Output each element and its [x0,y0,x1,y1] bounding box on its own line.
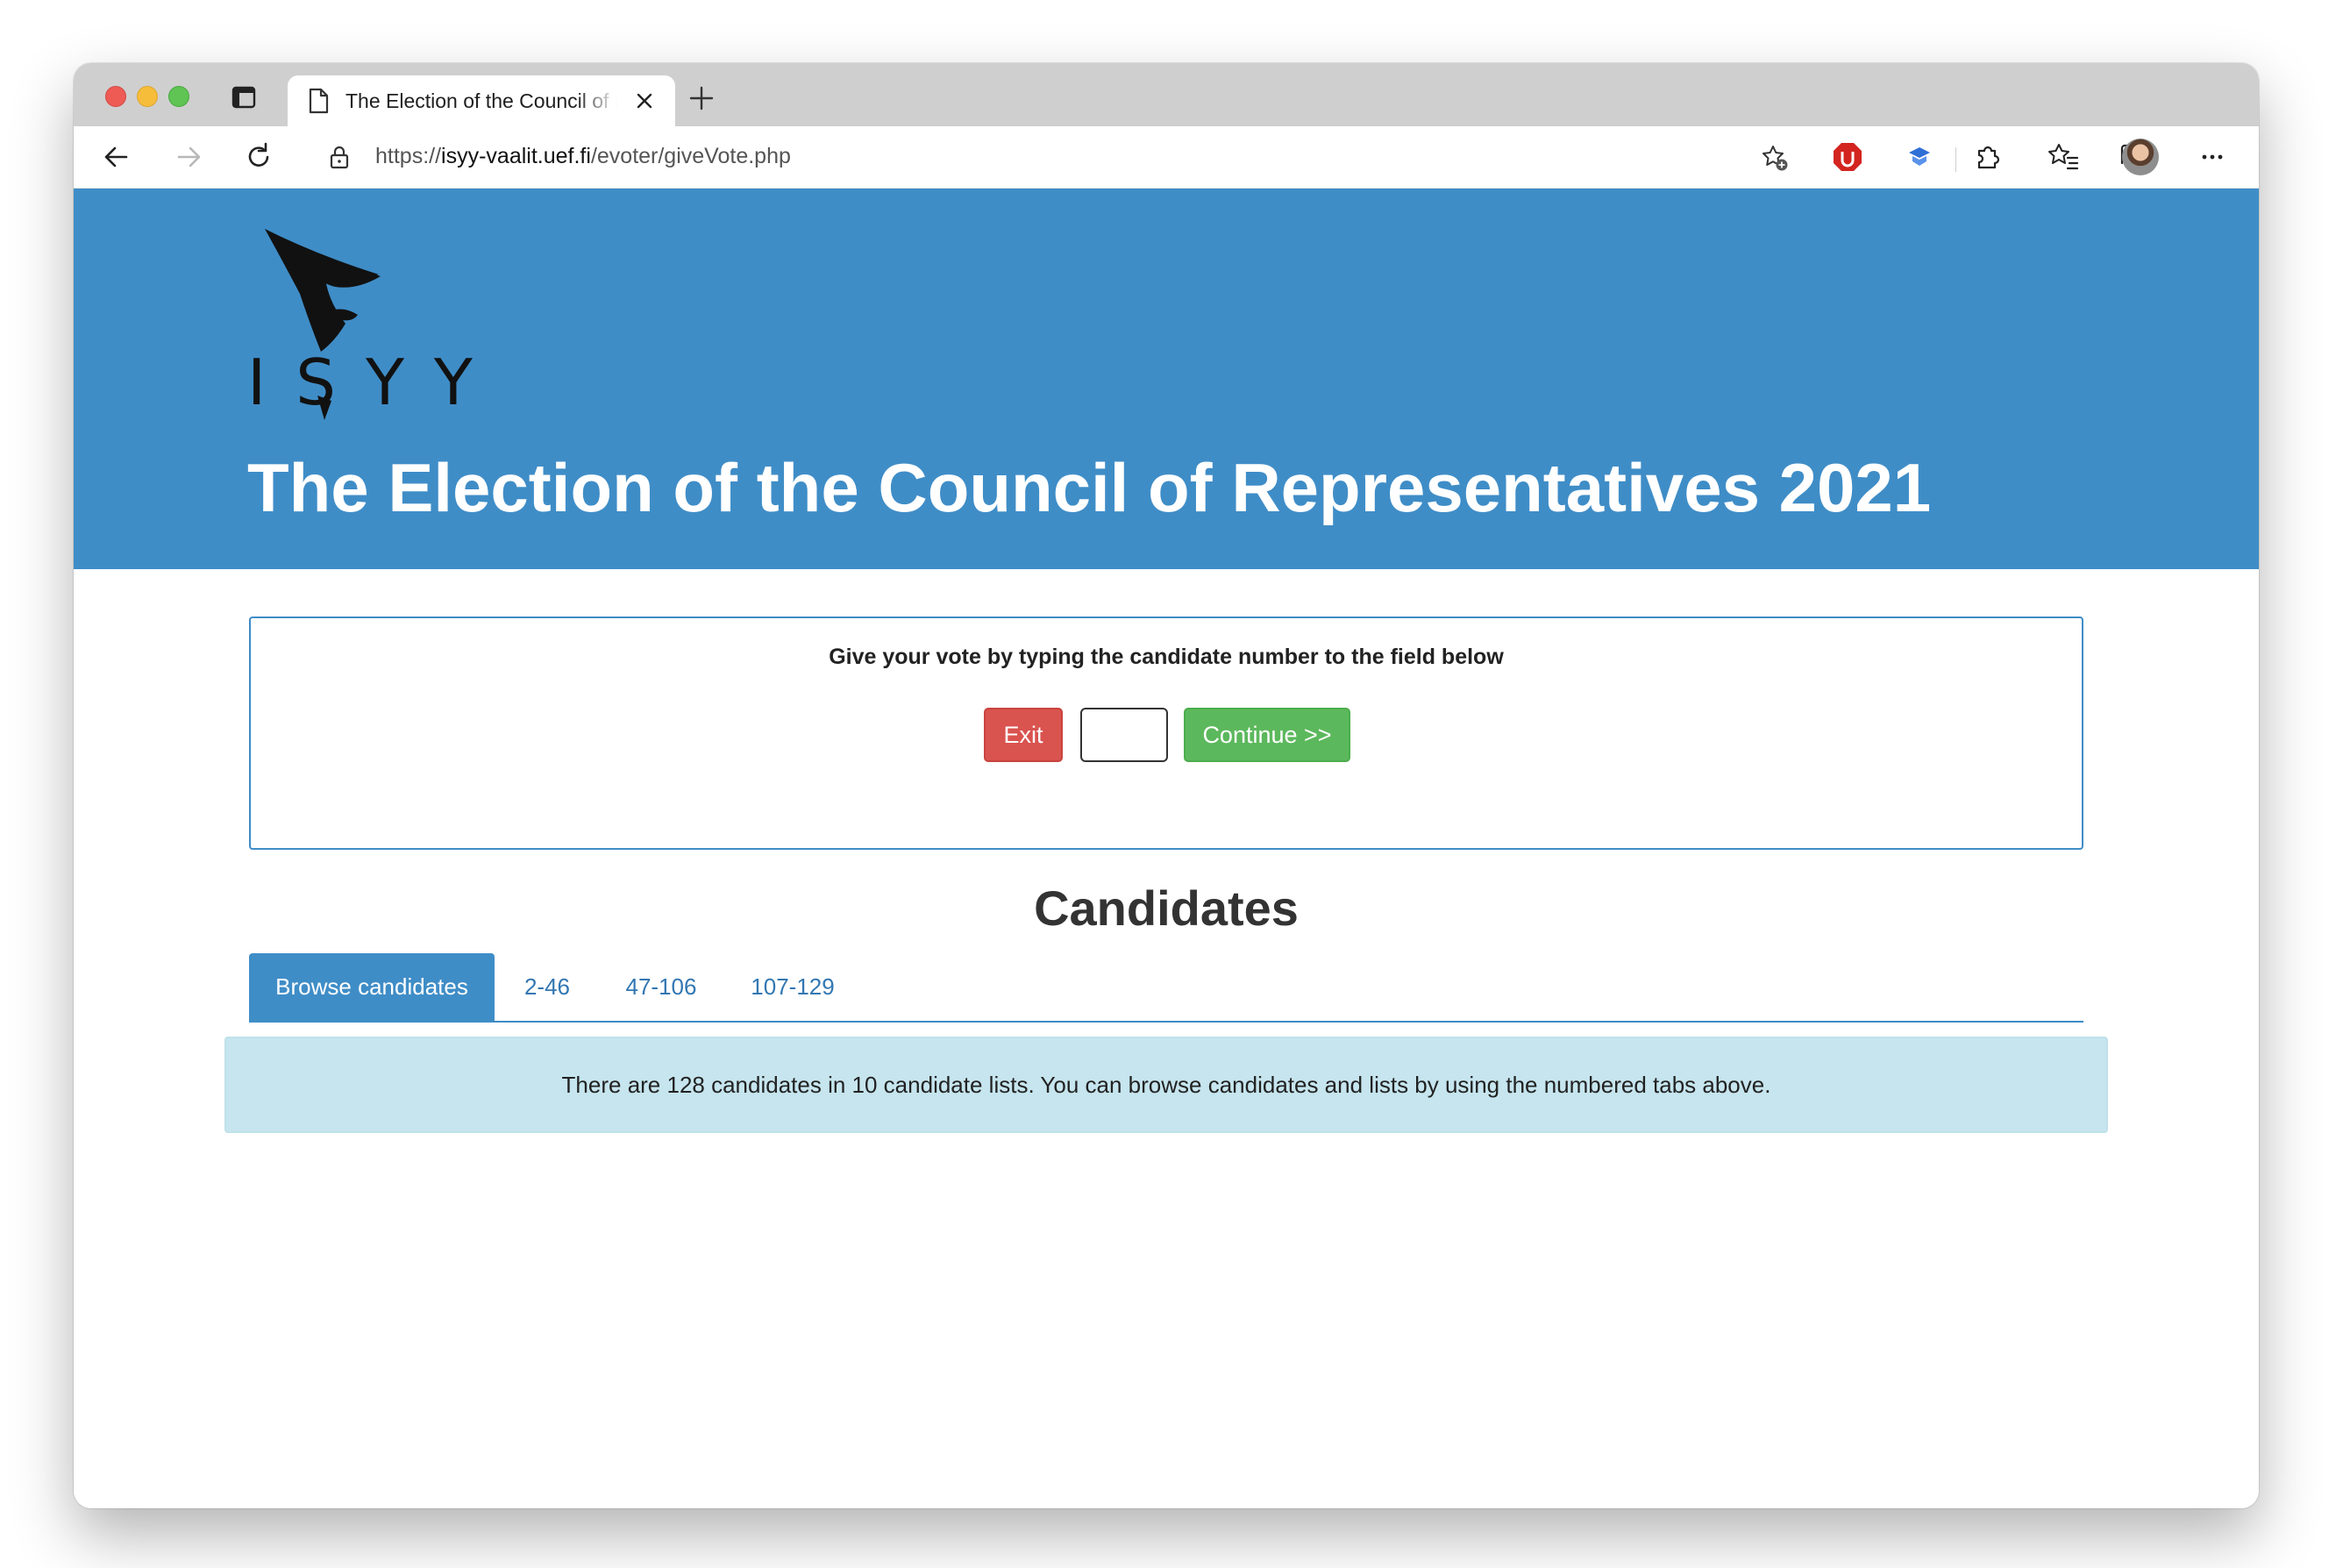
url-host: isyy-vaalit.uef.fi [441,144,591,168]
back-arrow-icon[interactable] [100,140,133,174]
tab-actions-icon[interactable] [231,86,256,109]
continue-button[interactable]: Continue >> [1184,708,1350,762]
vote-instruction: Give your vote by typing the candidate n… [829,645,1504,669]
tab-107-129[interactable]: 107-129 [723,953,863,1021]
candidate-number-input[interactable] [1080,708,1168,762]
tab-strip: The Election of the Council of Represent… [74,63,2259,126]
page-title: The Election of the Council of Represent… [247,449,1932,526]
tab-title: The Election of the Council of Represent… [345,89,617,112]
exit-button[interactable]: Exit [984,708,1063,762]
star-plus-icon[interactable] [1761,144,1789,172]
browser-window: The Election of the Council of Represent… [74,63,2259,1508]
url-text: https://isyy-vaalit.uef.fi/evoter/giveVo… [375,144,791,169]
tab-2-46[interactable]: 2-46 [495,953,600,1021]
url-scheme: https:// [375,144,442,168]
extensions-puzzle-icon[interactable] [1971,140,2005,174]
blue-extension-icon[interactable] [1903,140,1936,174]
browser-toolbar: https://isyy-vaalit.uef.fi/evoter/giveVo… [74,126,2259,189]
document-icon [309,88,329,114]
candidates-heading: Candidates [1034,880,1299,936]
candidate-tabs: Browse candidates 2-46 47-106 107-129 [249,953,2083,1023]
isyy-logo: ISYY [247,229,502,420]
header-banner: ISYY The Election of the Council of Repr… [74,189,2259,569]
forward-arrow-icon[interactable] [172,140,205,174]
profile-avatar[interactable] [2122,139,2159,175]
more-menu-icon[interactable] [2196,140,2229,174]
browser-tab-active[interactable]: The Election of the Council of Represent… [288,75,675,126]
lock-icon[interactable] [328,145,351,169]
tab-47-106[interactable]: 47-106 [600,953,723,1021]
close-window-button[interactable] [105,86,126,107]
info-alert: There are 128 candidates in 10 candidate… [224,1037,2108,1133]
address-bar[interactable]: https://isyy-vaalit.uef.fi/evoter/giveVo… [305,133,1806,181]
web-page: ISYY The Election of the Council of Repr… [74,189,2259,1508]
new-tab-icon[interactable] [687,84,716,112]
svg-text:ISYY: ISYY [247,346,502,419]
favorites-icon[interactable] [2047,140,2080,174]
minimize-window-button[interactable] [137,86,158,107]
vote-panel: Give your vote by typing the candidate n… [249,617,2083,850]
url-path: /evoter/giveVote.php [590,144,791,168]
reload-icon[interactable] [242,140,275,174]
info-text: There are 128 candidates in 10 candidate… [561,1072,1771,1098]
tab-browse-candidates[interactable]: Browse candidates [249,953,495,1021]
close-icon[interactable] [633,89,656,112]
maximize-window-button[interactable] [168,86,189,107]
adblock-stop-icon[interactable] [1831,140,1864,174]
toolbar-divider [1955,147,1956,172]
